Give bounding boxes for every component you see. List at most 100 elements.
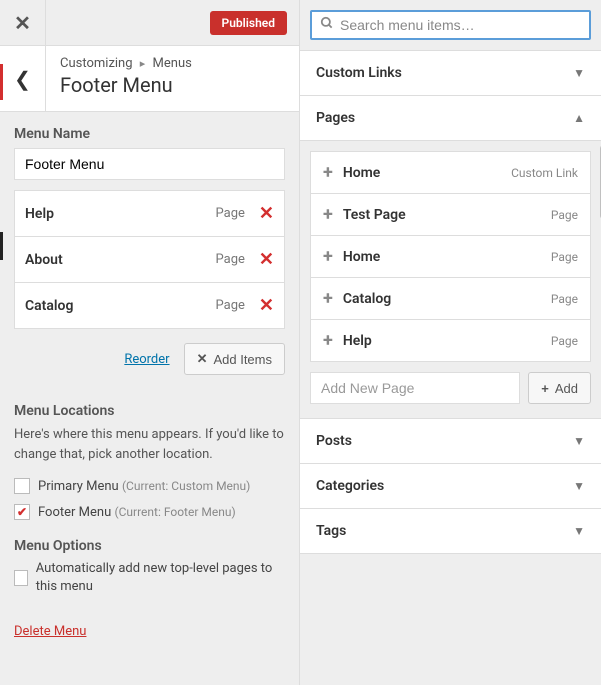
menu-item-label: Help (25, 206, 216, 222)
available-items-panel: Custom Links ▼ Pages ▲ +HomeCustom Link+… (300, 0, 601, 685)
checkbox-icon[interactable] (14, 570, 28, 586)
menu-options-heading: Menu Options (14, 538, 285, 554)
location-note: (Current: Custom Menu) (122, 479, 250, 493)
available-item[interactable]: + HomeCustom Link (310, 151, 591, 194)
publish-status-badge[interactable]: Published (210, 11, 287, 35)
section-label: Tags (316, 523, 346, 539)
available-item[interactable]: + HomePage (310, 236, 591, 278)
menu-item-label: Catalog (25, 298, 216, 314)
available-item-type: Page (551, 334, 578, 348)
available-item-label: Test Page (343, 207, 551, 223)
chevron-down-icon: ▼ (573, 524, 585, 538)
back-button[interactable]: ❮ (0, 46, 46, 111)
menu-item-label: About (25, 252, 216, 268)
customizer-panel: ✕ Published ❮ Customizing ▸ Menus Footer… (0, 0, 300, 685)
menu-item[interactable]: HelpPage ✕ (14, 190, 285, 237)
location-option[interactable]: Footer Menu (Current: Footer Menu) (14, 504, 285, 520)
close-icon: ✕ (197, 351, 208, 367)
search-box[interactable] (310, 10, 591, 40)
accordion: Custom Links ▼ Pages ▲ +HomeCustom Link+… (300, 50, 601, 554)
available-pages-list: +HomeCustom Link+Test PagePage+HomePage+… (310, 151, 591, 362)
search-wrap (300, 0, 601, 50)
auto-add-label: Automatically add new top-level pages to… (36, 560, 285, 596)
add-new-page-input[interactable] (310, 372, 520, 404)
add-items-label: Add Items (213, 352, 272, 367)
checkbox-icon[interactable] (14, 478, 30, 494)
menu-item-type: Page (216, 252, 245, 267)
search-input[interactable] (340, 17, 581, 33)
topbar: ✕ Published (0, 0, 299, 46)
breadcrumb: Customizing ▸ Menus (60, 56, 285, 71)
section-label: Custom Links (316, 65, 402, 81)
menu-item[interactable]: AboutPage ✕ (14, 237, 285, 283)
available-item-type: Page (551, 250, 578, 264)
panel-body: Menu Name HelpPage✕AboutPage✕CatalogPage… (0, 112, 299, 685)
available-item-type: Page (551, 208, 578, 222)
checkbox-icon[interactable] (14, 504, 30, 520)
section-label: Pages (316, 110, 355, 126)
delete-menu-link[interactable]: Delete Menu (14, 624, 86, 639)
breadcrumb-section[interactable]: Menus (153, 56, 192, 71)
location-label: Footer Menu (Current: Footer Menu) (38, 505, 236, 520)
chevron-up-icon: ▲ (573, 111, 585, 125)
location-option[interactable]: Primary Menu (Current: Custom Menu) (14, 478, 285, 494)
chevron-down-icon: ▼ (573, 434, 585, 448)
section-custom-links[interactable]: Custom Links ▼ (300, 51, 601, 96)
breadcrumb-root[interactable]: Customizing (60, 56, 133, 71)
chevron-left-icon: ❮ (14, 67, 31, 91)
available-item-label: Home (343, 165, 511, 181)
add-page-button[interactable]: + Add (528, 372, 591, 404)
section-pages-body: +HomeCustom Link+Test PagePage+HomePage+… (300, 141, 601, 419)
available-item[interactable]: + HelpPage (310, 320, 591, 362)
menu-item[interactable]: CatalogPage ✕ (14, 283, 285, 329)
side-accent (0, 64, 3, 100)
auto-add-row[interactable]: Automatically add new top-level pages to… (14, 560, 285, 596)
plus-icon: + (541, 381, 549, 396)
menu-item-type: Page (216, 298, 245, 313)
menu-item-type: Page (216, 206, 245, 221)
menu-name-label: Menu Name (14, 126, 285, 142)
search-icon (320, 16, 334, 34)
breadcrumb-content: Customizing ▸ Menus Footer Menu (46, 46, 299, 111)
side-accent-dark (0, 232, 3, 260)
section-posts[interactable]: Posts ▼ (300, 419, 601, 464)
menu-items-list: HelpPage✕AboutPage✕CatalogPage✕ (14, 190, 285, 329)
section-label: Categories (316, 478, 384, 494)
close-icon: ✕ (14, 11, 31, 35)
chevron-down-icon: ▼ (573, 479, 585, 493)
close-button[interactable]: ✕ (0, 0, 46, 46)
page-title: Footer Menu (60, 73, 285, 97)
breadcrumb-row: ❮ Customizing ▸ Menus Footer Menu (0, 46, 299, 112)
available-item-label: Catalog (343, 291, 551, 307)
available-item[interactable]: + Test PagePage (310, 194, 591, 236)
available-item-type: Page (551, 292, 578, 306)
plus-icon[interactable]: + (323, 162, 333, 183)
plus-icon[interactable]: + (323, 330, 333, 351)
location-label: Primary Menu (Current: Custom Menu) (38, 479, 250, 494)
menu-actions: Reorder ✕ Add Items (14, 343, 285, 375)
section-categories[interactable]: Categories ▼ (300, 464, 601, 509)
available-item-label: Help (343, 333, 551, 349)
menu-locations-heading: Menu Locations (14, 403, 285, 419)
plus-icon[interactable]: + (323, 204, 333, 225)
available-item-label: Home (343, 249, 551, 265)
section-label: Posts (316, 433, 352, 449)
add-new-page-row: + Add (310, 372, 591, 404)
chevron-down-icon: ▼ (573, 66, 585, 80)
plus-icon[interactable]: + (323, 246, 333, 267)
available-item-type: Custom Link (511, 166, 578, 180)
add-label: Add (555, 381, 578, 396)
chevron-right-icon: ▸ (140, 57, 146, 70)
section-tags[interactable]: Tags ▼ (300, 509, 601, 553)
add-items-button[interactable]: ✕ Add Items (184, 343, 285, 375)
remove-icon[interactable]: ✕ (259, 249, 274, 270)
plus-icon[interactable]: + (323, 288, 333, 309)
location-note: (Current: Footer Menu) (114, 505, 235, 519)
menu-locations-description: Here's where this menu appears. If you'd… (14, 425, 285, 464)
reorder-link[interactable]: Reorder (124, 352, 169, 367)
remove-icon[interactable]: ✕ (259, 203, 274, 224)
remove-icon[interactable]: ✕ (259, 295, 274, 316)
menu-name-input[interactable] (14, 148, 285, 180)
section-pages[interactable]: Pages ▲ (300, 96, 601, 141)
available-item[interactable]: + CatalogPage (310, 278, 591, 320)
